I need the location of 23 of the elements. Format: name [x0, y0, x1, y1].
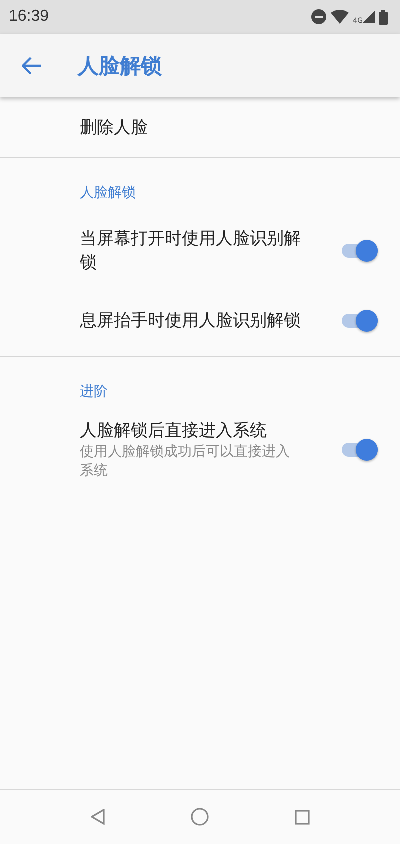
section-header: 人脸解锁	[79, 184, 137, 203]
screen-title: 人脸解锁	[78, 52, 162, 80]
toggle-switch[interactable]	[342, 239, 378, 263]
switch-row[interactable]: 人脸解锁后直接进入系统 使用人脸解锁成功后可以直接进入系统	[0, 415, 400, 485]
signal-icon	[363, 11, 375, 23]
setting-title: 当屏幕打开时使用人脸识别解锁	[80, 228, 302, 275]
do-not-disturb-icon	[311, 9, 328, 25]
switch-row[interactable]: 当屏幕打开时使用人脸识别解锁	[0, 216, 400, 286]
home-nav-icon[interactable]	[190, 808, 208, 826]
wifi-icon	[331, 10, 350, 24]
setting-summary: 使用人脸解锁成功后可以直接进入系统	[80, 443, 291, 481]
status-time: 16:39	[9, 8, 50, 26]
back-nav-icon[interactable]	[90, 809, 104, 825]
section-header: 进阶	[79, 383, 109, 402]
setting-title: 人脸解锁后直接进入系统	[80, 420, 268, 443]
toggle-switch[interactable]	[342, 309, 378, 333]
toggle-switch[interactable]	[342, 438, 378, 462]
switch-row[interactable]: 息屏抬手时使用人脸识别解锁	[0, 286, 400, 356]
battery-icon	[379, 10, 388, 24]
setting-title: 息屏抬手时使用人脸识别解锁	[80, 310, 302, 333]
settings-item[interactable]: 删除人脸	[0, 97, 400, 157]
recents-nav-icon[interactable]	[294, 810, 310, 824]
back-arrow-icon	[22, 56, 42, 74]
